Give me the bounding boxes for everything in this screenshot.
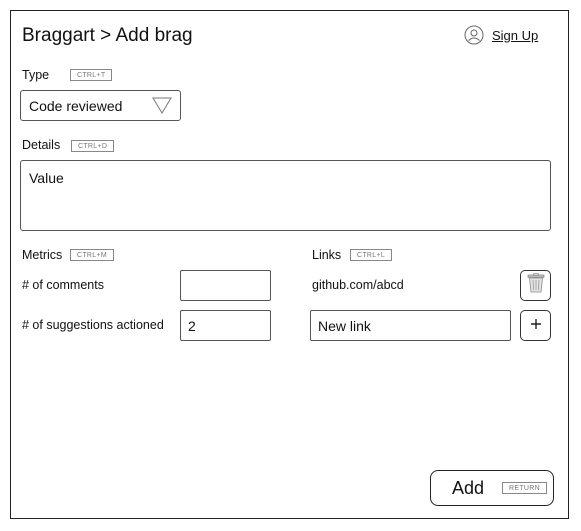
details-shortcut-badge: CTRL+D [71,140,115,152]
return-shortcut-badge: RETURN [502,482,547,494]
type-select-value: Code reviewed [29,97,123,114]
details-textarea[interactable]: Value [20,160,551,231]
metric-label-comments: # of comments [22,278,104,292]
suggestions-count-input[interactable]: 2 [180,310,271,341]
type-label: Type [22,68,50,82]
delete-link-button[interactable] [520,270,551,301]
add-brag-button[interactable]: Add RETURN [430,470,554,506]
add-link-button[interactable] [520,310,551,341]
metric-label-suggestions: # of suggestions actioned [22,318,164,332]
links-label: Links [312,248,342,262]
type-shortcut-badge: CTRL+T [70,69,113,81]
user-icon [464,25,484,45]
metrics-label: Metrics [22,248,63,262]
existing-link-text[interactable]: github.com/abcd [312,278,404,292]
comments-count-input[interactable] [180,270,271,301]
plus-icon [530,317,542,335]
signup-link[interactable]: Sign Up [492,28,538,43]
signup-area[interactable]: Sign Up [464,25,538,45]
page-title: Braggart > Add brag [22,25,193,46]
type-select[interactable]: Code reviewed [20,90,181,121]
add-brag-panel [10,10,569,519]
links-shortcut-badge: CTRL+L [350,249,393,261]
dropdown-triangle-icon [152,97,172,117]
trash-icon [527,273,545,298]
details-label: Details [22,138,61,152]
new-link-input[interactable]: New link [310,310,511,341]
metrics-shortcut-badge: CTRL+M [70,249,114,261]
add-button-label: Add [452,477,485,498]
